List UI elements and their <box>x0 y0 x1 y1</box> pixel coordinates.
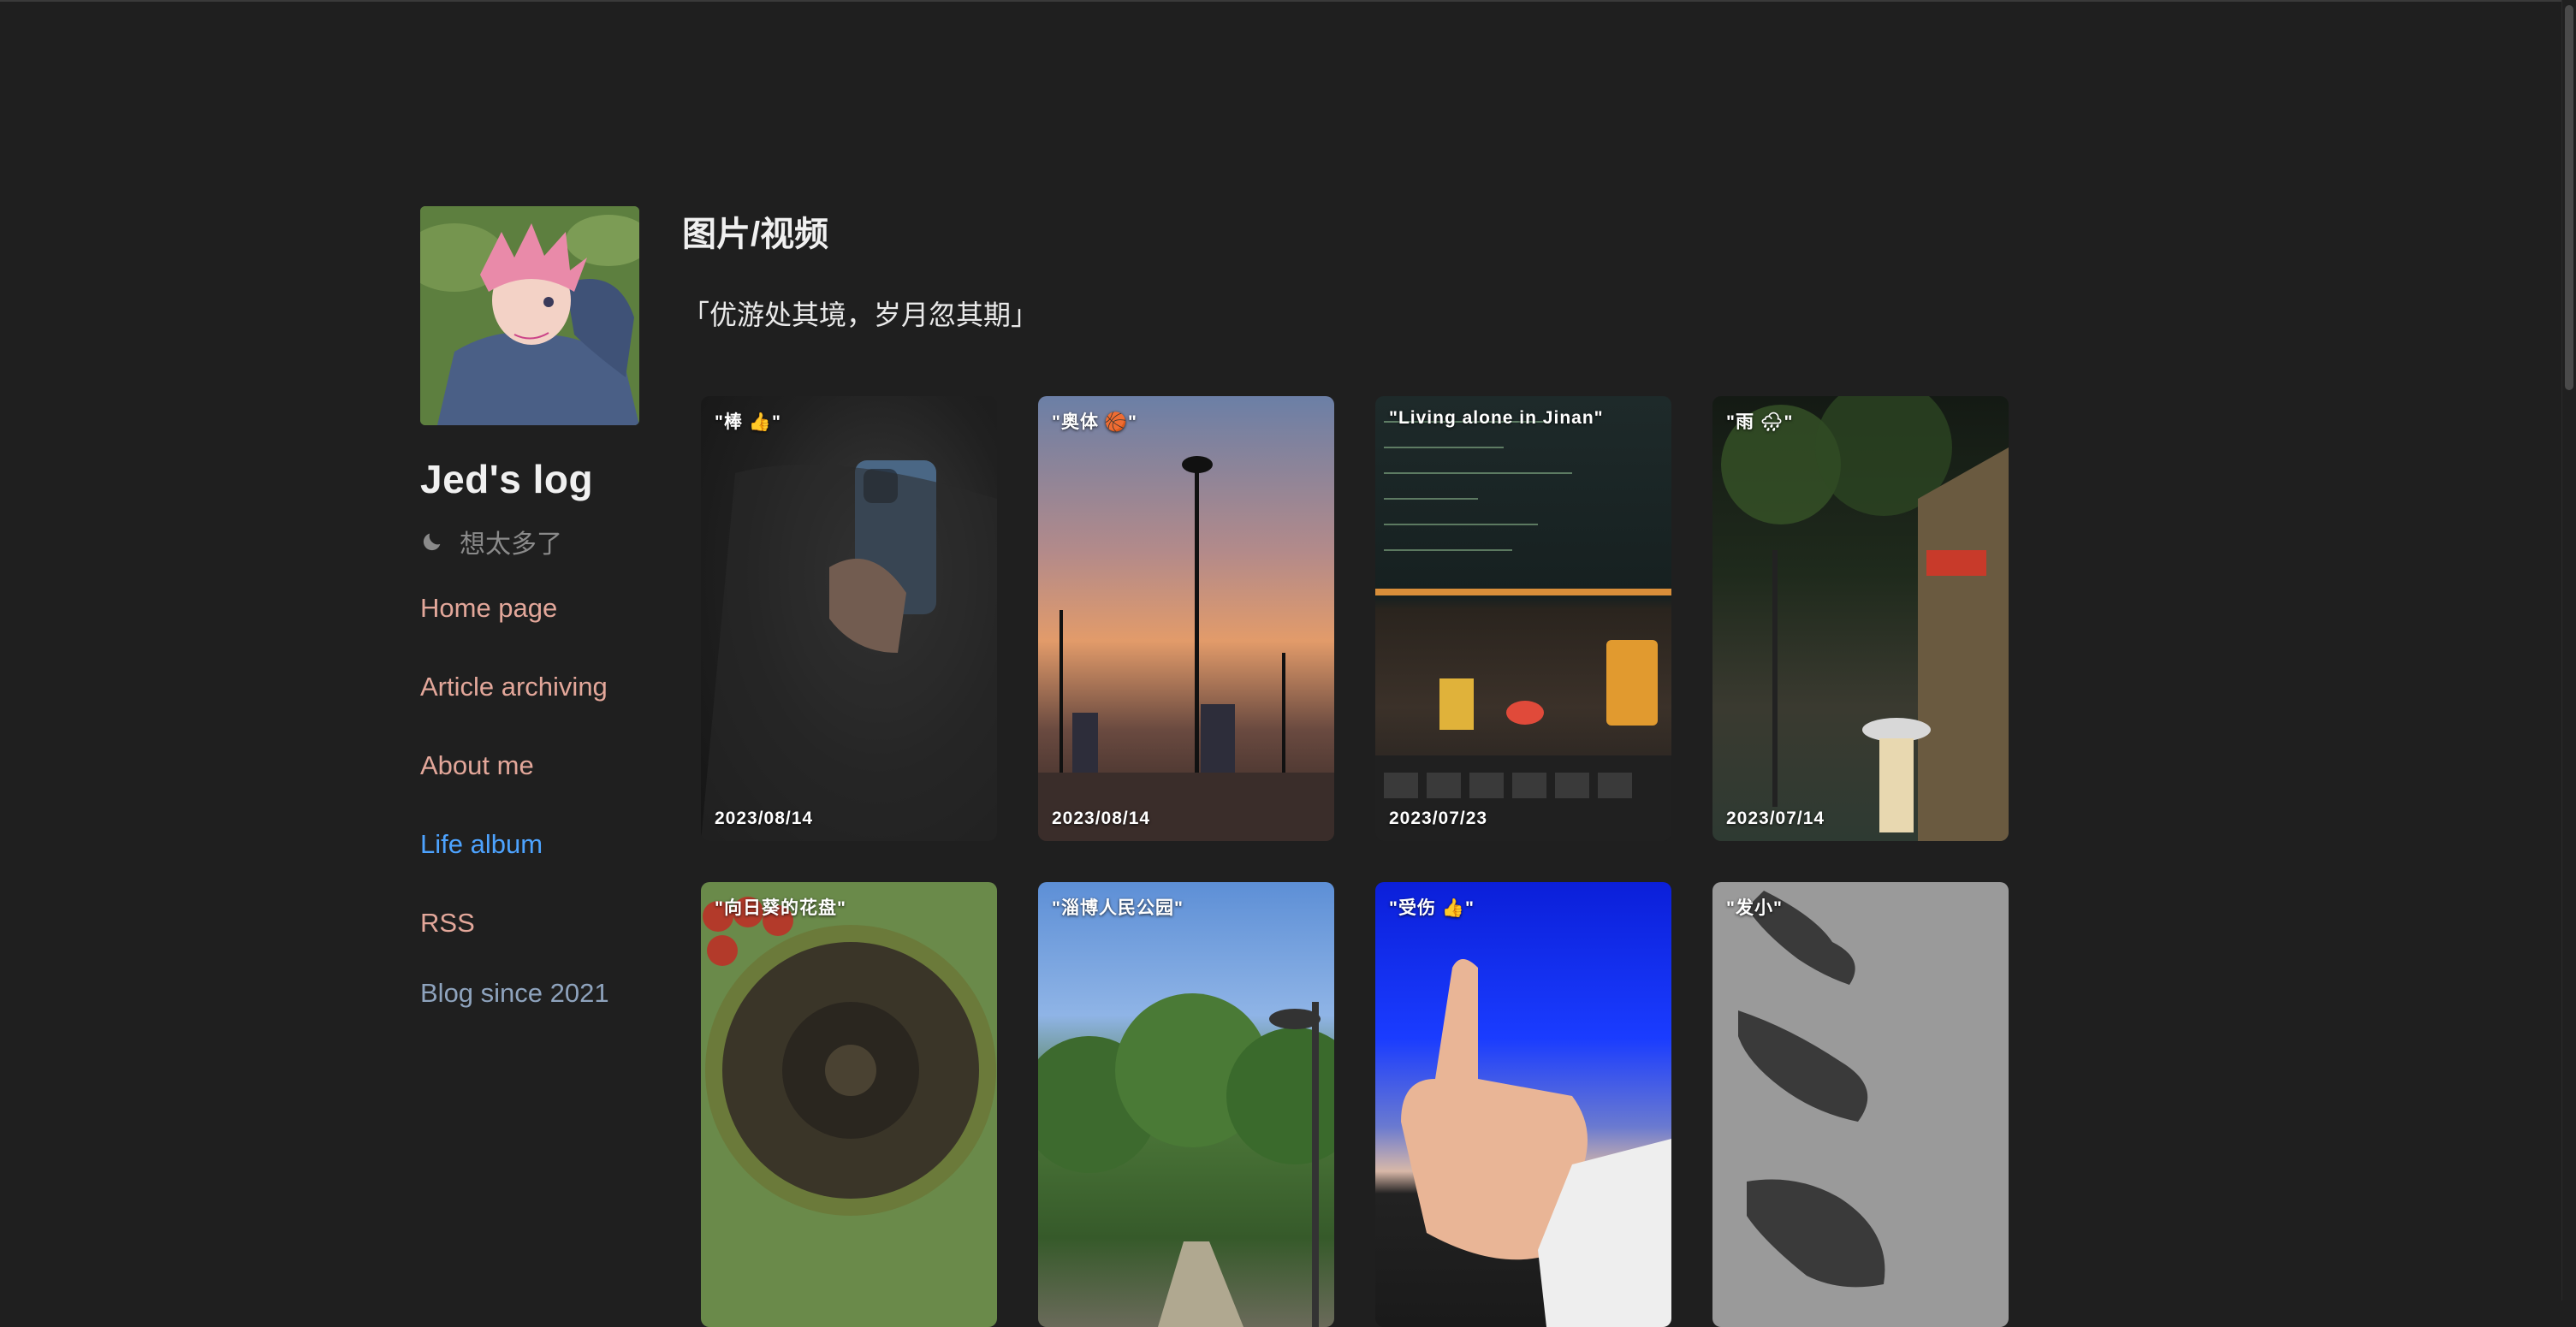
photo-rainy-street <box>1712 396 2009 841</box>
photo-card[interactable]: "向日葵的花盘" <box>701 882 997 1327</box>
avatar[interactable] <box>420 206 639 425</box>
blog-since: Blog since 2021 <box>420 978 609 1008</box>
photo-desk-setup <box>1375 396 1671 841</box>
nav-about-me[interactable]: About me <box>420 750 651 781</box>
scrollbar-thumb[interactable] <box>2565 5 2573 390</box>
photo-date: 2023/07/23 <box>1389 809 1488 828</box>
top-border <box>0 0 2576 2</box>
photo-caption: "发小" <box>1726 898 1783 918</box>
site-title[interactable]: Jed's log <box>420 456 651 502</box>
photo-caption: "向日葵的花盘" <box>715 898 846 918</box>
sidebar-nav: Home page Article archiving About me Lif… <box>420 593 651 1009</box>
photo-caption: "奥体 🏀" <box>1052 412 1137 432</box>
sidebar: Jed's log 想太多了 Home page Article archivi… <box>420 206 651 1009</box>
page-title: 图片/视频 <box>682 216 829 253</box>
tagline: 想太多了 <box>420 523 651 560</box>
photo-sunset-stadium <box>1038 396 1334 841</box>
photo-grid: "棒 👍" 2023/08/14 "奥体 🏀" 2023/08/14 "Livi… <box>701 396 2009 1327</box>
photo-caption: "受伤 👍" <box>1389 898 1475 918</box>
photo-caption: "棒 👍" <box>715 412 781 432</box>
photo-sunflower <box>701 882 997 1327</box>
photo-card[interactable]: "Living alone in Jinan" 2023/07/23 <box>1375 396 1671 841</box>
photo-card[interactable]: "受伤 👍" <box>1375 882 1671 1327</box>
photo-card[interactable]: "奥体 🏀" 2023/08/14 <box>1038 396 1334 841</box>
main-content: 图片/视频 「优游处其境，岁月忽其期」 "棒 👍" 2023/08/14 "奥体… <box>682 206 2051 1327</box>
photo-card[interactable]: "发小" <box>1712 882 2009 1327</box>
moon-icon <box>423 533 441 551</box>
photo-date: 2023/08/14 <box>1052 809 1151 828</box>
page-quote: 「优游处其境，岁月忽其期」 <box>682 299 1039 330</box>
photo-card[interactable]: "淄博人民公园" <box>1038 882 1334 1327</box>
photo-caption: "淄博人民公园" <box>1052 898 1184 918</box>
photo-caption: "雨 🌧" <box>1726 412 1794 432</box>
nav-home[interactable]: Home page <box>420 593 651 624</box>
photo-park <box>1038 882 1334 1327</box>
photo-shadows <box>1712 882 2009 1327</box>
photo-thumbs-up <box>1375 882 1671 1327</box>
nav-rss[interactable]: RSS <box>420 908 651 939</box>
nav-life-album[interactable]: Life album <box>420 829 651 860</box>
photo-mirror-selfie <box>701 396 997 841</box>
photo-card[interactable]: "雨 🌧" 2023/07/14 <box>1712 396 2009 841</box>
photo-date: 2023/08/14 <box>715 809 814 828</box>
avatar-illustration <box>420 206 639 425</box>
photo-caption: "Living alone in Jinan" <box>1389 408 1604 428</box>
photo-date: 2023/07/14 <box>1726 809 1825 828</box>
photo-card[interactable]: "棒 👍" 2023/08/14 <box>701 396 997 841</box>
nav-article-archiving[interactable]: Article archiving <box>420 672 651 702</box>
scrollbar[interactable] <box>2561 0 2576 1300</box>
tagline-text: 想太多了 <box>460 530 562 559</box>
